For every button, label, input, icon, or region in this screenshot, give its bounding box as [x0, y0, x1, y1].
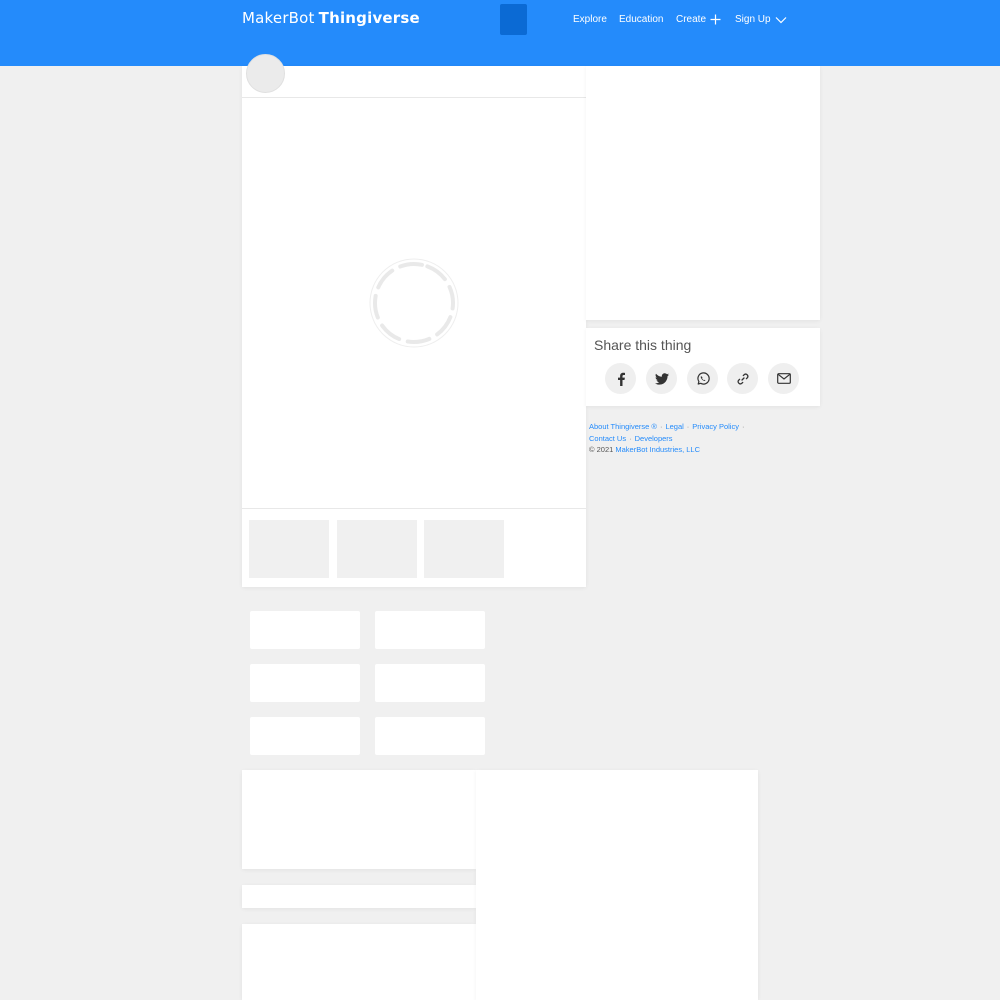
nav-education-label: Education — [619, 14, 664, 25]
whatsapp-icon — [696, 371, 710, 385]
detail-skeleton — [375, 717, 485, 755]
content-skeleton-bar — [242, 885, 476, 908]
detail-skeleton — [250, 664, 360, 702]
share-card: Share this thing — [586, 328, 820, 406]
nav-sign-up[interactable]: Sign Up — [735, 14, 787, 25]
detail-skeleton — [250, 717, 360, 755]
footer-link-developers[interactable]: Developers — [635, 434, 673, 443]
gallery-thumbnail[interactable] — [424, 520, 504, 578]
footer-row-2: Contact Us · Developers — [589, 433, 747, 445]
footer-separator: · — [741, 422, 745, 431]
plus-icon — [710, 14, 721, 25]
detail-skeleton — [375, 611, 485, 649]
gallery-thumbnail[interactable] — [249, 520, 329, 578]
header-divider — [242, 97, 586, 98]
footer-copyright: © 2021 — [589, 445, 614, 455]
share-copy-link-button[interactable] — [727, 363, 758, 394]
share-twitter-button[interactable] — [646, 363, 677, 394]
detail-skeleton — [375, 664, 485, 702]
footer-row-1: About Thingiverse ® · Legal · Privacy Policy… — [589, 421, 747, 433]
nav-create[interactable]: Create — [676, 14, 721, 25]
footer-link-about[interactable]: About Thingiverse ® — [589, 422, 657, 431]
footer-link-legal[interactable]: Legal — [665, 422, 683, 431]
nav-explore-label: Explore — [573, 14, 607, 25]
facebook-icon — [617, 372, 625, 386]
gallery-divider — [242, 508, 586, 509]
footer-link-privacy[interactable]: Privacy Policy — [692, 422, 739, 431]
footer-separator: · — [659, 422, 663, 431]
top-navigation-bar: MakerBot Thingiverse Explore Education Cr… — [0, 0, 1000, 66]
creator-avatar[interactable] — [246, 54, 285, 93]
link-icon — [737, 373, 748, 384]
sidebar-placeholder-card — [586, 66, 820, 320]
content-skeleton-card — [242, 770, 476, 869]
footer-row-3: © 2021 MakerBot Industries, LLC — [589, 444, 747, 456]
logo-product-text: Thingiverse — [318, 9, 420, 27]
share-facebook-button[interactable] — [605, 363, 636, 394]
content-skeleton-card — [242, 924, 476, 1000]
nav-explore[interactable]: Explore — [573, 14, 607, 25]
search-button[interactable] — [500, 4, 527, 35]
loading-spinner-icon — [369, 258, 459, 348]
footer-separator: · — [686, 422, 690, 431]
detail-skeleton — [250, 611, 360, 649]
site-footer: About Thingiverse ® · Legal · Privacy Policy… — [589, 421, 747, 456]
share-title: Share this thing — [594, 337, 692, 353]
thingiverse-logo[interactable]: MakerBot Thingiverse — [242, 9, 420, 27]
nav-create-label: Create — [676, 14, 707, 25]
nav-sign-up-label: Sign Up — [735, 14, 771, 25]
footer-link-contact[interactable]: Contact Us — [589, 434, 626, 443]
email-icon — [776, 373, 791, 384]
share-whatsapp-button[interactable] — [687, 363, 718, 394]
footer-link-company[interactable]: MakerBot Industries, LLC — [615, 445, 700, 454]
twitter-icon — [654, 372, 669, 385]
share-email-button[interactable] — [768, 363, 799, 394]
nav-education[interactable]: Education — [619, 14, 663, 25]
logo-brand-text: MakerBot — [242, 9, 315, 27]
thing-main-card — [242, 54, 586, 587]
footer-separator: · — [629, 433, 632, 443]
chevron-down-icon — [775, 16, 787, 23]
gallery-thumbnail[interactable] — [337, 520, 417, 578]
content-skeleton-panel — [476, 770, 758, 1000]
